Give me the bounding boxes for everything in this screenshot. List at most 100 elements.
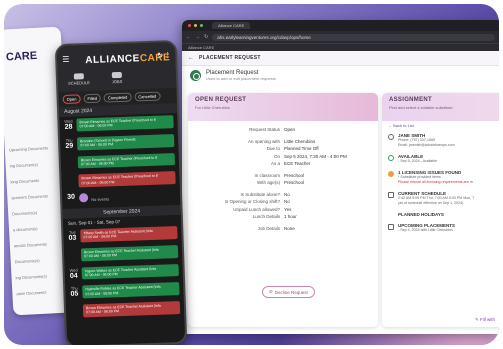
person-icon xyxy=(388,134,394,140)
section-detail: - Sep 4, 2024 with Little Cherubins xyxy=(398,228,453,232)
request-field: With age(s) Preschool xyxy=(188,179,378,187)
calendar-icon xyxy=(388,224,394,230)
back-to-list-link[interactable]: ← Back to List xyxy=(382,121,499,130)
fill-with-button[interactable]: ✎ Fill with xyxy=(475,317,495,323)
chip-cancelled[interactable]: Cancelled xyxy=(134,91,161,102)
close-window-icon[interactable] xyxy=(188,24,191,27)
field-value: Sep 5 2024, 7:30 AM - 4:00 PM xyxy=(284,153,347,159)
open-request-card: OPEN REQUEST For Little Cherubins Reques… xyxy=(188,93,378,327)
refresh-icon[interactable]: ↻ xyxy=(157,51,163,59)
event-card[interactable]: Brandon (School) in Dayton Friends 07:00 … xyxy=(76,133,175,150)
chip-filled[interactable]: Filled xyxy=(83,93,102,104)
app-title: PLACEMENT REQUEST xyxy=(199,55,261,61)
tab-schedule[interactable]: SCHEDULE xyxy=(68,73,90,86)
day-label: Thu 29 xyxy=(65,137,74,150)
url-bar: ← → ↻ ahs.earlylearningventures.org/cdas… xyxy=(182,31,499,43)
paper-line: king Documents xyxy=(10,177,40,185)
event-card[interactable]: Brown Elmarries as ECE Teacher (Preschoo… xyxy=(76,115,174,132)
no-events-text: No events xyxy=(91,196,110,203)
menu-icon[interactable]: ☰ xyxy=(62,55,69,64)
day-label: Wed 28 xyxy=(64,118,73,131)
event-card[interactable]: Nashville Robles as ECE Teacher Assistan… xyxy=(82,282,180,299)
more-icon[interactable]: ⋮ xyxy=(164,51,171,59)
assignment-section: AVAILABLE - Sep 5, 2024 - Available xyxy=(382,151,499,167)
field-label: Request Status xyxy=(249,127,280,132)
day-label: Tue 03 xyxy=(68,229,77,242)
paper-line: a documen(s) xyxy=(12,226,38,233)
field-label: Unpaid Lunch allowed? xyxy=(233,206,280,212)
paper-line: Documents(s) xyxy=(12,210,38,217)
field-label: Lunch Details xyxy=(252,214,280,219)
paper-line: ation Documents xyxy=(16,289,47,297)
assignment-card: ASSIGNMENT Find and select a suitable su… xyxy=(382,93,499,327)
section-detail: (as of schedule effective on Sep 1, 2024… xyxy=(398,201,464,205)
event-card[interactable]: Tiffany Smith as ECE Teacher Assistant (… xyxy=(80,226,178,243)
request-field: As a ECE Teacher xyxy=(188,160,378,168)
card-heading: OPEN REQUEST xyxy=(195,97,247,103)
field-label: As a xyxy=(270,161,280,166)
request-field: In classroom Preschool xyxy=(188,172,378,180)
field-value: Little Cherubins xyxy=(284,138,316,144)
address-input[interactable]: ahs.earlylearningventures.org/cdasp/ops/… xyxy=(212,33,495,41)
back-arrow-icon[interactable]: ← xyxy=(186,34,191,40)
app-header: ← PLACEMENT REQUEST xyxy=(182,51,499,66)
schedule-row[interactable]: Brown Elmarries as ECE Teacher Assistant… xyxy=(66,299,185,322)
request-field: Is Substitute alone? No xyxy=(188,191,378,199)
field-value: Preschool xyxy=(284,172,305,178)
request-field: An opening with Little Cherubins xyxy=(188,138,378,146)
section-title: PLANNED HOLIDAYS xyxy=(398,212,444,217)
assignment-section: PLANNED HOLIDAYS xyxy=(382,209,499,220)
calendar-icon xyxy=(73,73,84,80)
request-field: Is Opening or Closing shift? No xyxy=(188,198,378,206)
minimize-window-icon[interactable] xyxy=(194,24,197,27)
field-value: Yes xyxy=(284,206,292,212)
decline-request-button[interactable]: ⊘ Decline Request xyxy=(262,286,315,298)
field-label: Job Details xyxy=(257,225,280,231)
forward-arrow-icon[interactable]: → xyxy=(195,34,200,40)
event-card[interactable]: Brown Elmarries as ECE Teacher (Preschoo… xyxy=(78,171,176,188)
paper-line: acement Documents xyxy=(11,193,49,201)
event-card[interactable]: Brown Elmarries as ECE Teacher Assistant… xyxy=(82,301,181,318)
tab-jobs[interactable]: JOBS xyxy=(111,71,122,84)
field-label: With age(s) xyxy=(256,180,280,185)
decline-label: Decline Request xyxy=(274,289,308,295)
field-label: An opening with xyxy=(247,138,280,144)
request-field: Due to Planned Time Off xyxy=(188,145,378,153)
bookmark-bar[interactable]: Alliance CARE xyxy=(182,43,499,51)
paper-line: amatis Documents xyxy=(13,241,48,249)
paper-line: Documents(s) xyxy=(14,257,40,265)
day-label: Wed 04 xyxy=(69,267,78,280)
request-field: Unpaid Lunch allowed? Yes xyxy=(188,206,378,214)
day-label: Thu 05 xyxy=(70,285,79,299)
promo-frame: CARE Upcoming Documents ing Documen(s) kin… xyxy=(4,4,499,345)
calendar-icon xyxy=(388,192,394,198)
field-label: Due to xyxy=(266,146,280,151)
clock-icon xyxy=(388,155,394,161)
event-card[interactable]: Brown Elmarries as ECE Teacher (Preschoo… xyxy=(77,152,176,169)
card-subheading: Find and select a suitable substitute xyxy=(389,105,453,110)
maximize-window-icon[interactable] xyxy=(200,24,203,27)
page-header: Placement Request Used to add or edit pl… xyxy=(182,66,499,85)
reload-icon[interactable]: ↻ xyxy=(204,34,208,40)
browser-window: Alliance CARE ← → ↻ ahs.earlylearningven… xyxy=(182,20,499,334)
request-field: Lunch Details 1 hour xyxy=(188,213,378,221)
chip-completed[interactable]: Completed xyxy=(103,92,132,103)
chip-open[interactable]: Open xyxy=(62,94,81,104)
browser-tab[interactable]: Alliance CARE xyxy=(212,22,251,29)
back-arrow-icon[interactable]: ← xyxy=(188,55,194,61)
event-card[interactable]: Brown Elmarries as ECE Teacher Assistant… xyxy=(80,244,179,261)
field-label: On xyxy=(273,153,280,159)
request-field: Request Status Open xyxy=(188,126,378,134)
page-subtitle: Used to add or edit placement requests xyxy=(206,76,276,81)
request-field: Job Details None xyxy=(188,225,378,233)
section-detail: Please ensure all licensing requirements… xyxy=(398,180,473,184)
field-value: Open xyxy=(284,127,296,132)
card-heading: ASSIGNMENT xyxy=(389,97,433,103)
section-detail: - Sep 5, 2024 - Available xyxy=(398,159,438,163)
field-value: No xyxy=(284,199,290,204)
field-value: None xyxy=(284,225,295,231)
assignment-section: UPCOMING PLACEMENTS - Sep 4, 2024 with Li… xyxy=(382,220,499,236)
assignment-section: 1 LICENSING ISSUES FOUND * Substitute pro… xyxy=(382,167,499,188)
event-card[interactable]: Tagore Walker as ECE Teacher Assistant (… xyxy=(81,263,179,280)
paper-line: ing Documen(s) xyxy=(9,161,39,169)
